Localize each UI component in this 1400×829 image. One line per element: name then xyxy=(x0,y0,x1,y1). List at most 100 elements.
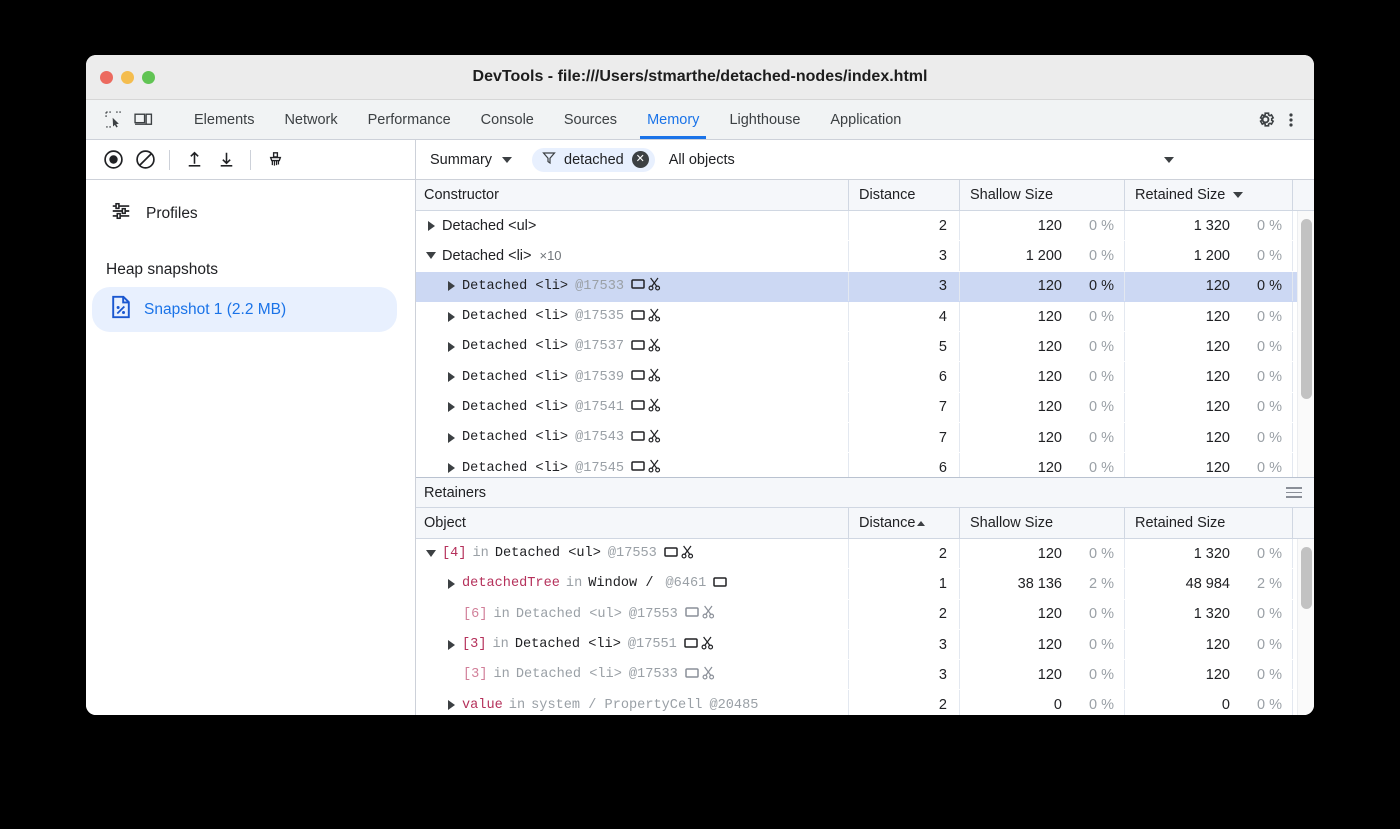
collapse-twisty-down-icon[interactable] xyxy=(424,547,438,561)
scissors-icon[interactable] xyxy=(702,605,715,623)
tab-console[interactable]: Console xyxy=(466,100,549,139)
scissors-icon[interactable] xyxy=(648,368,661,386)
node-icon[interactable] xyxy=(631,309,645,325)
objects-scope-label[interactable]: All objects xyxy=(669,152,735,168)
node-icon[interactable] xyxy=(664,546,678,562)
node-icon[interactable] xyxy=(685,606,699,622)
expand-twisty-right-icon[interactable] xyxy=(444,310,458,324)
table-row[interactable]: Detached <li> @17535 4 120 0 % xyxy=(416,302,1314,332)
more-vertical-icon[interactable] xyxy=(1278,107,1304,133)
column-header-retained-size[interactable]: Retained Size xyxy=(1125,180,1293,210)
scissors-icon[interactable] xyxy=(648,429,661,447)
scissors-icon[interactable] xyxy=(648,277,661,295)
node-icon[interactable] xyxy=(631,399,645,415)
expand-twisty-right-icon[interactable] xyxy=(444,279,458,293)
filter-chip[interactable]: detached ✕ xyxy=(532,148,655,172)
expand-twisty-right-icon[interactable] xyxy=(444,698,458,712)
scissors-icon[interactable] xyxy=(648,398,661,416)
table-row[interactable]: Detached <li> @17545 6 120 0 % xyxy=(416,453,1314,477)
load-profile-button[interactable] xyxy=(179,146,209,174)
column-header-retainer-distance[interactable]: Distance xyxy=(849,508,960,538)
clear-button[interactable] xyxy=(130,146,160,174)
scissors-icon[interactable] xyxy=(701,636,714,654)
row-name: Detached <li> xyxy=(462,309,568,324)
node-icon[interactable] xyxy=(685,667,699,683)
table-row[interactable]: [3] in Detached <li> @17533 3 120 xyxy=(416,660,1314,690)
table-row[interactable]: Detached <li> @17537 5 120 0 % xyxy=(416,332,1314,362)
close-window-button[interactable] xyxy=(100,71,113,84)
table-row[interactable]: [4] in Detached <ul> @17553 2 120 xyxy=(416,539,1314,569)
view-mode-select[interactable]: Summary xyxy=(424,152,518,168)
expand-twisty-right-icon[interactable] xyxy=(444,340,458,354)
scissors-icon[interactable] xyxy=(648,338,661,356)
inspect-element-icon[interactable] xyxy=(100,107,126,133)
scissors-icon[interactable] xyxy=(648,459,661,477)
table-row[interactable]: [3] in Detached <li> @17551 3 120 xyxy=(416,630,1314,660)
retainers-grid: Object Distance Shallow Size Retained Si… xyxy=(416,508,1314,715)
objects-scope-chevron-down-icon[interactable] xyxy=(1164,157,1174,163)
row-object-id: @17537 xyxy=(575,339,624,354)
expand-twisty-right-icon[interactable] xyxy=(444,431,458,445)
table-row[interactable]: Detached <li> @17539 6 120 0 % xyxy=(416,362,1314,392)
scissors-icon[interactable] xyxy=(648,308,661,326)
gear-icon[interactable] xyxy=(1252,107,1278,133)
node-icon[interactable] xyxy=(631,430,645,446)
sidebar-item-snapshot-1[interactable]: Snapshot 1 (2.2 MB) xyxy=(92,287,397,332)
column-header-retainer-shallow[interactable]: Shallow Size xyxy=(960,508,1125,538)
node-icon[interactable] xyxy=(631,339,645,355)
tab-lighthouse[interactable]: Lighthouse xyxy=(714,100,815,139)
retainer-shallow-pct: 0 % xyxy=(1072,546,1114,562)
row-shallow-pct: 0 % xyxy=(1072,369,1114,385)
row-distance-cell: 3 xyxy=(849,272,960,301)
node-icon[interactable] xyxy=(713,576,727,592)
node-icon[interactable] xyxy=(631,369,645,385)
sidebar-item-profiles[interactable]: Profiles xyxy=(86,192,415,235)
record-button[interactable] xyxy=(98,146,128,174)
save-profile-button[interactable] xyxy=(211,146,241,174)
table-row[interactable]: Detached <li> @17541 7 120 0 % xyxy=(416,393,1314,423)
table-row[interactable]: value in system / PropertyCell @20485 2 … xyxy=(416,690,1314,715)
retainers-grid-scrollbar[interactable] xyxy=(1297,539,1314,715)
node-icon[interactable] xyxy=(631,278,645,294)
zoom-window-button[interactable] xyxy=(142,71,155,84)
tab-network[interactable]: Network xyxy=(269,100,352,139)
tab-application[interactable]: Application xyxy=(815,100,916,139)
summary-grid-scroll-thumb[interactable] xyxy=(1301,219,1312,399)
column-header-retainer-retained[interactable]: Retained Size xyxy=(1125,508,1293,538)
node-icon[interactable] xyxy=(684,637,698,653)
expand-twisty-right-icon[interactable] xyxy=(424,219,438,233)
tab-memory[interactable]: Memory xyxy=(632,100,714,139)
table-row[interactable]: detachedTree in Window / @6461 1 38 136 … xyxy=(416,569,1314,599)
node-icon[interactable] xyxy=(631,460,645,476)
table-row[interactable]: Detached <li> @17533 xyxy=(416,272,1314,302)
expand-twisty-right-icon[interactable] xyxy=(444,638,458,652)
expand-twisty-right-icon[interactable] xyxy=(444,370,458,384)
expand-twisty-right-icon[interactable] xyxy=(444,400,458,414)
tab-performance[interactable]: Performance xyxy=(353,100,466,139)
device-toolbar-icon[interactable] xyxy=(130,107,156,133)
expand-twisty-right-icon[interactable] xyxy=(444,577,458,591)
table-row[interactable]: Detached <ul> 2 120 0 % 1 320 0 % xyxy=(416,211,1314,241)
column-header-distance[interactable]: Distance xyxy=(849,180,960,210)
retainer-object-cell: [3] in Detached <li> @17551 xyxy=(416,630,849,659)
tab-elements[interactable]: Elements xyxy=(179,100,269,139)
tab-sources[interactable]: Sources xyxy=(549,100,632,139)
table-row[interactable]: Detached <li> ×10 3 1 200 0 % 1 200 0 % xyxy=(416,241,1314,271)
scissors-icon[interactable] xyxy=(702,666,715,684)
retainers-grid-scroll-thumb[interactable] xyxy=(1301,547,1312,609)
summary-grid-scrollbar[interactable] xyxy=(1297,211,1314,477)
column-header-object[interactable]: Object xyxy=(416,508,849,538)
minimize-window-button[interactable] xyxy=(121,71,134,84)
column-header-shallow-size[interactable]: Shallow Size xyxy=(960,180,1125,210)
column-header-constructor[interactable]: Constructor xyxy=(416,180,849,210)
table-row[interactable]: Detached <li> @17543 7 120 0 % xyxy=(416,423,1314,453)
memory-main-panel: Summary detached ✕ All objects xyxy=(416,140,1314,715)
row-shallow-value: 120 xyxy=(1038,399,1062,415)
collect-garbage-button[interactable] xyxy=(260,146,290,174)
collapse-twisty-down-icon[interactable] xyxy=(424,249,438,263)
clear-filter-icon[interactable]: ✕ xyxy=(632,151,649,168)
scissors-icon[interactable] xyxy=(681,545,694,563)
hamburger-icon[interactable] xyxy=(1286,487,1302,498)
expand-twisty-right-icon[interactable] xyxy=(444,461,458,475)
table-row[interactable]: [6] in Detached <ul> @17553 2 120 xyxy=(416,600,1314,630)
